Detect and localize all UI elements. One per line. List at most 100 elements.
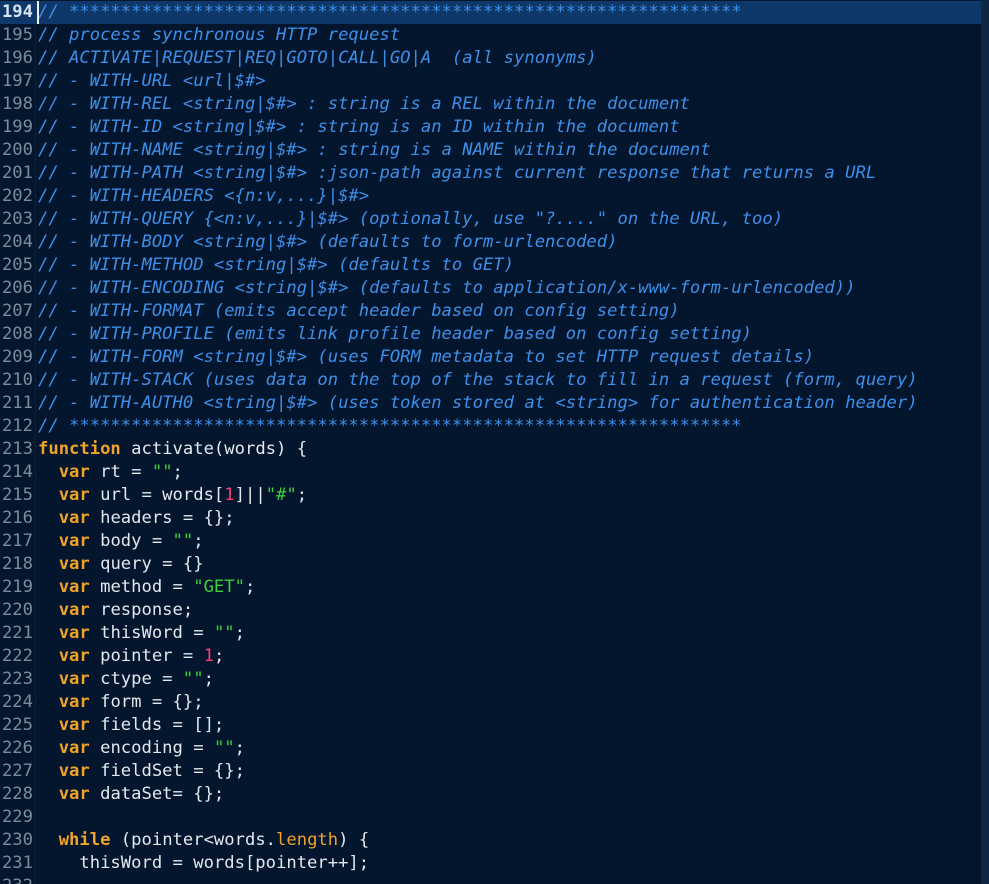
code-token: ctype = xyxy=(89,669,183,689)
code-line-230[interactable]: 230 while (pointer<words.length) { xyxy=(0,829,981,852)
line-number: 222 xyxy=(1,646,33,666)
code-text[interactable]: var headers = {}; xyxy=(38,507,235,530)
code-line-206[interactable]: 206// - WITH-ENCODING <string|$#> (defau… xyxy=(0,277,981,300)
code-line-210[interactable]: 210// - WITH-STACK (uses data on the top… xyxy=(0,369,981,392)
code-line-217[interactable]: 217 var body = ""; xyxy=(0,530,981,553)
code-token: // - WITH-PROFILE (emits link profile he… xyxy=(38,324,752,344)
code-text[interactable]: var query = {} xyxy=(38,553,204,576)
code-text[interactable]: // - WITH-STACK (uses data on the top of… xyxy=(38,369,918,392)
code-line-229[interactable]: 229 xyxy=(0,806,981,829)
code-line-222[interactable]: 222 var pointer = 1; xyxy=(0,645,981,668)
code-text[interactable]: var rt = ""; xyxy=(38,461,183,484)
line-number: 197 xyxy=(1,71,33,91)
code-text[interactable]: var response; xyxy=(38,599,194,622)
code-text[interactable]: var encoding = ""; xyxy=(38,737,245,760)
code-text[interactable]: var fields = []; xyxy=(38,714,225,737)
code-line-209[interactable]: 209// - WITH-FORM <string|$#> (uses FORM… xyxy=(0,346,981,369)
code-text[interactable]: // - WITH-ENCODING <string|$#> (defaults… xyxy=(38,277,855,300)
code-line-207[interactable]: 207// - WITH-FORMAT (emits accept header… xyxy=(0,300,981,323)
code-text[interactable]: var pointer = 1; xyxy=(38,645,225,668)
line-number: 202 xyxy=(1,186,33,206)
code-token: dataSet= {}; xyxy=(89,784,225,804)
code-text[interactable]: var thisWord = ""; xyxy=(38,622,245,645)
code-line-225[interactable]: 225 var fields = []; xyxy=(0,714,981,737)
code-text[interactable]: // - WITH-NAME <string|$#> : string is a… xyxy=(38,139,711,162)
code-text[interactable]: thisWord = words[pointer++]; xyxy=(38,852,369,875)
code-line-208[interactable]: 208// - WITH-PROFILE (emits link profile… xyxy=(0,323,981,346)
code-line-196[interactable]: 196// ACTIVATE|REQUEST|REQ|GOTO|CALL|GO|… xyxy=(0,47,981,70)
code-text[interactable]: // - WITH-REL <string|$#> : string is a … xyxy=(38,93,690,116)
code-token: ; xyxy=(213,646,225,666)
code-line-202[interactable]: 202// - WITH-HEADERS <{n:v,...}|$#> xyxy=(0,185,981,208)
code-line-204[interactable]: 204// - WITH-BODY <string|$#> (defaults … xyxy=(0,231,981,254)
code-token: ; xyxy=(244,577,256,597)
code-text[interactable]: // - WITH-URL <url|$#> xyxy=(38,70,266,93)
code-text[interactable]: var method = "GET"; xyxy=(38,576,256,599)
current-code-line[interactable]: 194// **********************************… xyxy=(0,1,981,24)
line-number: 221 xyxy=(1,623,33,643)
code-text[interactable]: var form = {}; xyxy=(38,691,204,714)
code-line-218[interactable]: 218 var query = {} xyxy=(0,553,981,576)
code-token: var xyxy=(58,554,90,574)
code-token: var xyxy=(58,600,90,620)
code-line-200[interactable]: 200// - WITH-NAME <string|$#> : string i… xyxy=(0,139,981,162)
code-text[interactable]: var dataSet= {}; xyxy=(38,783,225,806)
code-line-228[interactable]: 228 var dataSet= {}; xyxy=(0,783,981,806)
code-text[interactable]: // - WITH-AUTH0 <string|$#> (uses token … xyxy=(38,392,918,415)
code-line-213[interactable]: 213 function activate(words) { xyxy=(0,438,981,461)
code-text[interactable]: function activate(words) { xyxy=(38,438,307,461)
code-editor[interactable]: 194// **********************************… xyxy=(0,0,989,884)
code-token: "" xyxy=(213,738,235,758)
code-line-201[interactable]: 201// - WITH-PATH <string|$#> :json-path… xyxy=(0,162,981,185)
code-text[interactable]: var fieldSet = {}; xyxy=(38,760,245,783)
code-line-205[interactable]: 205// - WITH-METHOD <string|$#> (default… xyxy=(0,254,981,277)
code-line-211[interactable]: 211// - WITH-AUTH0 <string|$#> (uses tok… xyxy=(0,392,981,415)
code-text[interactable]: // - WITH-PATH <string|$#> :json-path ag… xyxy=(38,162,876,185)
code-line-199[interactable]: 199// - WITH-ID <string|$#> : string is … xyxy=(0,116,981,139)
code-line-224[interactable]: 224 var form = {}; xyxy=(0,691,981,714)
code-token: var xyxy=(58,646,90,666)
line-number: 207 xyxy=(1,301,33,321)
code-text[interactable]: // ACTIVATE|REQUEST|REQ|GOTO|CALL|GO|A (… xyxy=(38,47,597,70)
code-line-197[interactable]: 197// - WITH-URL <url|$#> xyxy=(0,70,981,93)
code-line-231[interactable]: 231 thisWord = words[pointer++]; xyxy=(0,852,981,875)
code-token: ; xyxy=(296,485,308,505)
code-line-226[interactable]: 226 var encoding = ""; xyxy=(0,737,981,760)
code-line-203[interactable]: 203// - WITH-QUERY {<n:v,...}|$#> (optio… xyxy=(0,208,981,231)
code-line-223[interactable]: 223 var ctype = ""; xyxy=(0,668,981,691)
code-text[interactable]: // - WITH-HEADERS <{n:v,...}|$#> xyxy=(38,185,369,208)
code-line-216[interactable]: 216 var headers = {}; xyxy=(0,507,981,530)
code-text[interactable]: var body = ""; xyxy=(38,530,204,553)
code-line-221[interactable]: 221 var thisWord = ""; xyxy=(0,622,981,645)
code-token: "GET" xyxy=(193,577,245,597)
code-line-212[interactable]: 212// **********************************… xyxy=(0,415,981,438)
code-text[interactable]: // - WITH-ID <string|$#> : string is an … xyxy=(38,116,680,139)
line-number: 211 xyxy=(1,393,33,413)
code-text[interactable]: var url = words[1]||"#"; xyxy=(38,484,307,507)
code-text[interactable]: // - WITH-BODY <string|$#> (defaults to … xyxy=(38,231,617,254)
code-text[interactable]: // - WITH-QUERY {<n:v,...}|$#> (optional… xyxy=(38,208,783,231)
code-text[interactable]: // - WITH-METHOD <string|$#> (defaults t… xyxy=(38,254,514,277)
code-token: // - WITH-URL <url|$#> xyxy=(38,71,266,91)
code-line-232[interactable]: 232 xyxy=(0,875,981,884)
line-number: 194 xyxy=(1,2,33,22)
code-text[interactable]: while (pointer<words.length) { xyxy=(38,829,369,852)
code-line-214[interactable]: 214 var rt = ""; xyxy=(0,461,981,484)
code-line-198[interactable]: 198// - WITH-REL <string|$#> : string is… xyxy=(0,93,981,116)
code-line-220[interactable]: 220 var response; xyxy=(0,599,981,622)
code-text[interactable]: // - WITH-PROFILE (emits link profile he… xyxy=(38,323,752,346)
code-text[interactable]: // process synchronous HTTP request xyxy=(38,24,400,47)
code-text[interactable]: // - WITH-FORMAT (emits accept header ba… xyxy=(38,300,680,323)
code-line-195[interactable]: 195// process synchronous HTTP request xyxy=(0,24,981,47)
code-line-215[interactable]: 215 var url = words[1]||"#"; xyxy=(0,484,981,507)
line-number: 199 xyxy=(1,117,33,137)
code-text[interactable]: // *************************************… xyxy=(38,415,742,438)
code-text[interactable]: // *************************************… xyxy=(38,1,742,24)
code-text[interactable]: // - WITH-FORM <string|$#> (uses FORM me… xyxy=(38,346,814,369)
code-line-219[interactable]: 219 var method = "GET"; xyxy=(0,576,981,599)
code-line-227[interactable]: 227 var fieldSet = {}; xyxy=(0,760,981,783)
code-token: form = {}; xyxy=(89,692,204,712)
code-text[interactable]: var ctype = ""; xyxy=(38,668,214,691)
